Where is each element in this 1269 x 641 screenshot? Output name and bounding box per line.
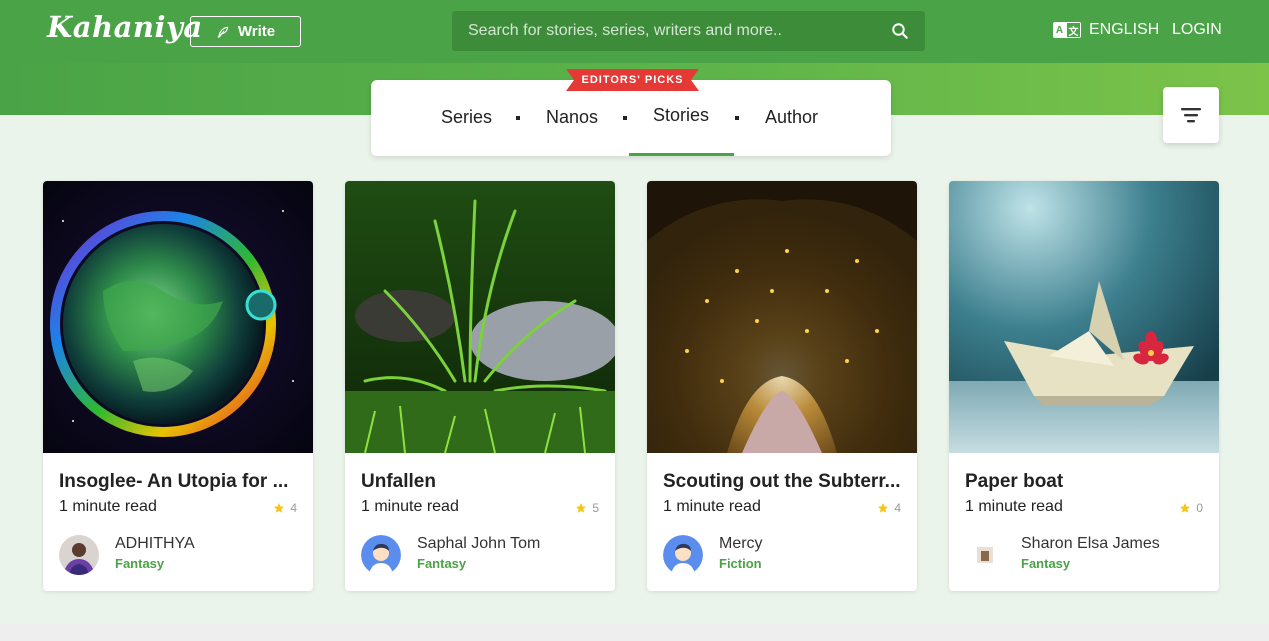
read-time: 1 minute read [663, 498, 761, 515]
feather-pen-icon [217, 26, 229, 38]
filter-icon [1181, 108, 1201, 123]
search-bar [452, 11, 925, 51]
editors-picks-ribbon: EDITORS' PICKS [566, 69, 699, 91]
tab-stories[interactable]: Stories [653, 105, 709, 126]
search-icon[interactable] [891, 22, 909, 40]
active-tab-indicator [629, 153, 734, 156]
story-genre[interactable]: Fantasy [417, 556, 466, 571]
story-cover-image [647, 181, 917, 453]
avatar[interactable] [965, 535, 1005, 575]
language-label: ENGLISH [1089, 21, 1160, 38]
author-name[interactable]: Saphal John Tom [417, 535, 540, 553]
author-name[interactable]: ADHITHYA [115, 535, 195, 553]
login-link[interactable]: LOGIN [1172, 21, 1222, 39]
story-title[interactable]: Paper boat [965, 471, 1205, 493]
story-genre[interactable]: Fiction [719, 556, 762, 571]
story-rating: 4 [273, 501, 297, 515]
story-rating: 4 [877, 501, 901, 515]
tab-separator [623, 116, 627, 120]
story-title[interactable]: Insoglee- An Utopia for ... [59, 471, 299, 493]
story-rating: 5 [575, 501, 599, 515]
tab-separator [516, 116, 520, 120]
author-name[interactable]: Sharon Elsa James [1021, 535, 1160, 553]
site-logo[interactable]: Kahaniya [47, 10, 203, 44]
avatar[interactable] [361, 535, 401, 575]
story-title[interactable]: Scouting out the Subterr... [663, 471, 903, 493]
write-button-label: Write [237, 23, 276, 40]
story-title[interactable]: Unfallen [361, 471, 601, 493]
write-button[interactable]: Write [190, 16, 301, 47]
language-selector[interactable]: A文 ENGLISH [1053, 21, 1159, 39]
read-time: 1 minute read [59, 498, 157, 515]
story-card[interactable]: Unfallen 1 minute read 5 Saphal John Tom… [345, 181, 615, 591]
story-rating: 0 [1179, 501, 1203, 515]
read-time: 1 minute read [965, 498, 1063, 515]
rating-count: 0 [1196, 501, 1203, 515]
rating-count: 4 [290, 501, 297, 515]
filter-button[interactable] [1163, 87, 1219, 143]
read-time: 1 minute read [361, 498, 459, 515]
star-icon [878, 503, 889, 513]
story-card[interactable]: Scouting out the Subterr... 1 minute rea… [647, 181, 917, 591]
search-input[interactable] [468, 22, 891, 40]
story-card[interactable]: Paper boat 1 minute read 0 Sharon Elsa J… [949, 181, 1219, 591]
translate-icon: A文 [1053, 22, 1081, 38]
story-cover-image [345, 181, 615, 453]
avatar[interactable] [59, 535, 99, 575]
star-icon [274, 503, 285, 513]
tab-series[interactable]: Series [441, 107, 492, 128]
story-cover-image [43, 181, 313, 453]
rating-count: 4 [894, 501, 901, 515]
story-cover-image [949, 181, 1219, 453]
rating-count: 5 [592, 501, 599, 515]
tab-author[interactable]: Author [765, 107, 818, 128]
story-genre[interactable]: Fantasy [115, 556, 164, 571]
footer-strip [0, 624, 1269, 641]
tab-nanos[interactable]: Nanos [546, 107, 598, 128]
story-card[interactable]: Insoglee- An Utopia for ... 1 minute rea… [43, 181, 313, 591]
tab-separator [735, 116, 739, 120]
story-genre[interactable]: Fantasy [1021, 556, 1070, 571]
avatar[interactable] [663, 535, 703, 575]
star-icon [1180, 503, 1191, 513]
star-icon [576, 503, 587, 513]
author-name[interactable]: Mercy [719, 535, 763, 553]
